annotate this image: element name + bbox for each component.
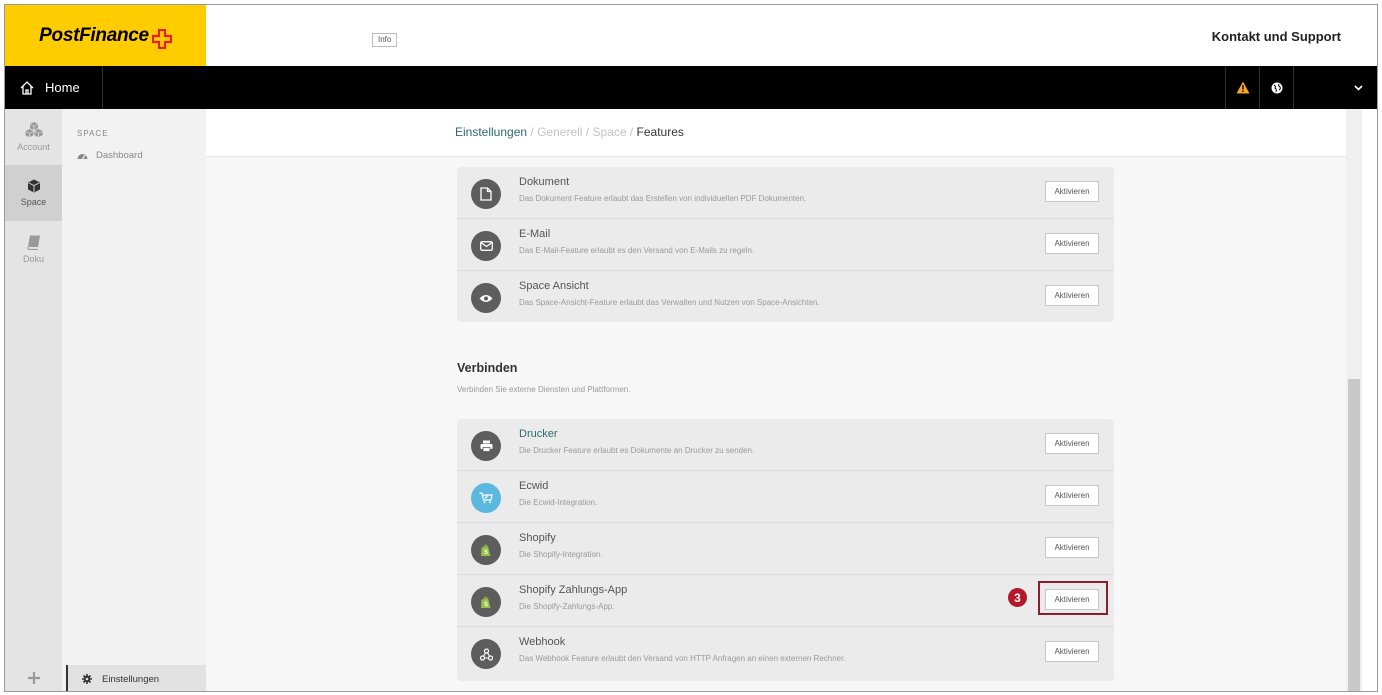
swiss-cross-icon xyxy=(151,28,172,49)
feature-title: Ecwid xyxy=(519,480,549,492)
breadcrumb-bar: Einstellungen / Generell / Space / Featu… xyxy=(206,109,1362,157)
breadcrumb-einstellungen[interactable]: Einstellungen xyxy=(455,125,527,139)
globe-icon xyxy=(1271,82,1282,93)
feature-title: E-Mail xyxy=(519,228,551,240)
brand-logo[interactable]: PostFinance xyxy=(5,5,206,66)
home-icon xyxy=(20,80,34,95)
feature-description: Die Drucker Feature erlaubt es Dokumente… xyxy=(519,446,755,455)
features-card-general: Dokument Das Dokument Feature erlaubt da… xyxy=(457,167,1114,322)
rail-label-space: Space xyxy=(20,197,47,207)
activate-button-ecwid[interactable]: Aktivieren xyxy=(1045,485,1099,506)
space-sidebar: SPACE Dashboard Einstellungen xyxy=(62,109,206,691)
activate-button-shopify-zahlungs-app[interactable]: Aktivieren xyxy=(1045,589,1099,610)
feature-title: Shopify Zahlungs-App xyxy=(519,584,628,596)
breadcrumb-separator: / xyxy=(585,125,590,139)
breadcrumb-separator: / xyxy=(530,125,534,139)
feature-row-drucker: Drucker Die Drucker Feature erlaubt es D… xyxy=(457,419,1114,471)
main-scrollbar[interactable] xyxy=(1346,109,1362,691)
printer-icon xyxy=(471,431,501,461)
main-navbar: Home xyxy=(5,66,1377,109)
app-window: PostFinance Info Kontakt und Support Hom… xyxy=(4,4,1378,692)
sidebar-item-dashboard[interactable]: Dashboard xyxy=(77,150,142,161)
sidebar-item-settings-label: Einstellungen xyxy=(102,673,160,685)
feature-row-email: E-Mail Das E-Mail-Feature erlaubt es den… xyxy=(457,219,1114,271)
support-link[interactable]: Kontakt und Support xyxy=(1212,29,1341,44)
section-title-verbinden: Verbinden xyxy=(457,361,518,375)
svg-text:S: S xyxy=(484,602,488,608)
breadcrumb: Einstellungen / Generell / Space / Featu… xyxy=(455,125,684,139)
logo-text: PostFinance xyxy=(39,24,149,46)
rail-label-account: Account xyxy=(17,142,50,152)
step-badge: 3 xyxy=(1008,588,1027,607)
sidebar-section-title: SPACE xyxy=(77,129,109,138)
feature-title[interactable]: Drucker xyxy=(519,428,558,440)
activate-button-drucker[interactable]: Aktivieren xyxy=(1045,433,1099,454)
home-nav-item[interactable]: Home xyxy=(5,66,103,109)
shopify-bag-icon: S xyxy=(471,535,501,565)
activate-button-shopify[interactable]: Aktivieren xyxy=(1045,537,1099,558)
activate-button-webhook[interactable]: Aktivieren xyxy=(1045,641,1099,662)
features-card-connect: Drucker Die Drucker Feature erlaubt es D… xyxy=(457,419,1114,681)
icon-rail: Account Space Doku xyxy=(5,109,62,691)
activate-button-dokument[interactable]: Aktivieren xyxy=(1045,181,1099,202)
svg-text:S: S xyxy=(484,550,488,556)
sidebar-item-settings[interactable]: Einstellungen xyxy=(66,665,206,691)
rail-item-space[interactable]: Space xyxy=(5,165,62,221)
chevron-down-icon xyxy=(1354,84,1363,91)
book-icon xyxy=(26,235,40,250)
webhook-icon xyxy=(471,639,501,669)
top-bar: PostFinance Info Kontakt und Support xyxy=(5,5,1377,66)
rail-label-doku: Doku xyxy=(22,253,44,264)
breadcrumb-separator: / xyxy=(629,125,634,139)
cart-icon xyxy=(471,483,501,513)
feature-description: Die Shopify-Integration. xyxy=(519,550,603,559)
plus-icon xyxy=(27,672,40,684)
feature-row-shopify-zahlungs-app: S Shopify Zahlungs-App Die Shopify-Zahlu… xyxy=(457,575,1114,627)
feature-description: Die Shopify-Zahlungs-App. xyxy=(519,602,615,611)
main-content: Einstellungen / Generell / Space / Featu… xyxy=(206,109,1362,691)
user-menu-button[interactable] xyxy=(1293,66,1377,109)
activate-button-space-ansicht[interactable]: Aktivieren xyxy=(1045,285,1099,306)
feature-title: Webhook xyxy=(519,636,566,648)
envelope-icon xyxy=(471,231,501,261)
alerts-button[interactable] xyxy=(1225,66,1259,109)
warning-icon xyxy=(1236,81,1249,94)
feature-title: Shopify xyxy=(519,532,556,544)
dashboard-icon xyxy=(77,154,88,160)
feature-row-space-ansicht: Space Ansicht Das Space-Ansicht-Feature … xyxy=(457,271,1114,323)
sidebar-item-dashboard-label: Dashboard xyxy=(96,150,143,161)
eye-icon xyxy=(471,283,501,313)
feature-row-shopify: S Shopify Die Shopify-Integration. Aktiv… xyxy=(457,523,1114,575)
feature-title: Dokument xyxy=(519,176,570,188)
add-button[interactable] xyxy=(5,663,62,691)
feature-row-webhook: Webhook Das Webhook Feature erlaubt den … xyxy=(457,627,1114,679)
info-button[interactable]: Info xyxy=(372,33,398,47)
feature-description: Das E-Mail-Feature erlaubt es den Versan… xyxy=(519,246,755,255)
feature-row-ecwid: Ecwid Die Ecwid-Integration. Aktivieren xyxy=(457,471,1114,523)
breadcrumb-space[interactable]: Space xyxy=(592,125,626,139)
feature-description: Das Dokument Feature erlaubt das Erstell… xyxy=(519,194,807,203)
document-icon xyxy=(471,179,501,209)
language-button[interactable] xyxy=(1259,66,1293,109)
cubes-icon xyxy=(25,122,42,137)
feature-title: Space Ansicht xyxy=(519,280,589,292)
rail-item-doku[interactable]: Doku xyxy=(5,221,62,277)
feature-description: Das Webhook Feature erlaubt den Versand … xyxy=(519,654,846,663)
home-label: Home xyxy=(45,80,80,95)
rail-item-account[interactable]: Account xyxy=(5,109,62,165)
breadcrumb-generell[interactable]: Generell xyxy=(537,125,582,139)
feature-description: Die Ecwid-Integration. xyxy=(519,498,598,507)
navbar-right xyxy=(1225,66,1377,109)
cube-icon xyxy=(27,179,40,193)
section-subtitle-verbinden: Verbinden Sie externe Diensten und Platt… xyxy=(457,385,631,394)
feature-description: Das Space-Ansicht-Feature erlaubt das Ve… xyxy=(519,298,820,307)
gear-icon xyxy=(82,674,92,684)
activate-button-email[interactable]: Aktivieren xyxy=(1045,233,1099,254)
scrollbar-thumb[interactable] xyxy=(1348,379,1360,691)
shopify-bag-icon: S xyxy=(471,587,501,617)
feature-row-dokument: Dokument Das Dokument Feature erlaubt da… xyxy=(457,167,1114,219)
breadcrumb-current: Features xyxy=(636,125,684,139)
